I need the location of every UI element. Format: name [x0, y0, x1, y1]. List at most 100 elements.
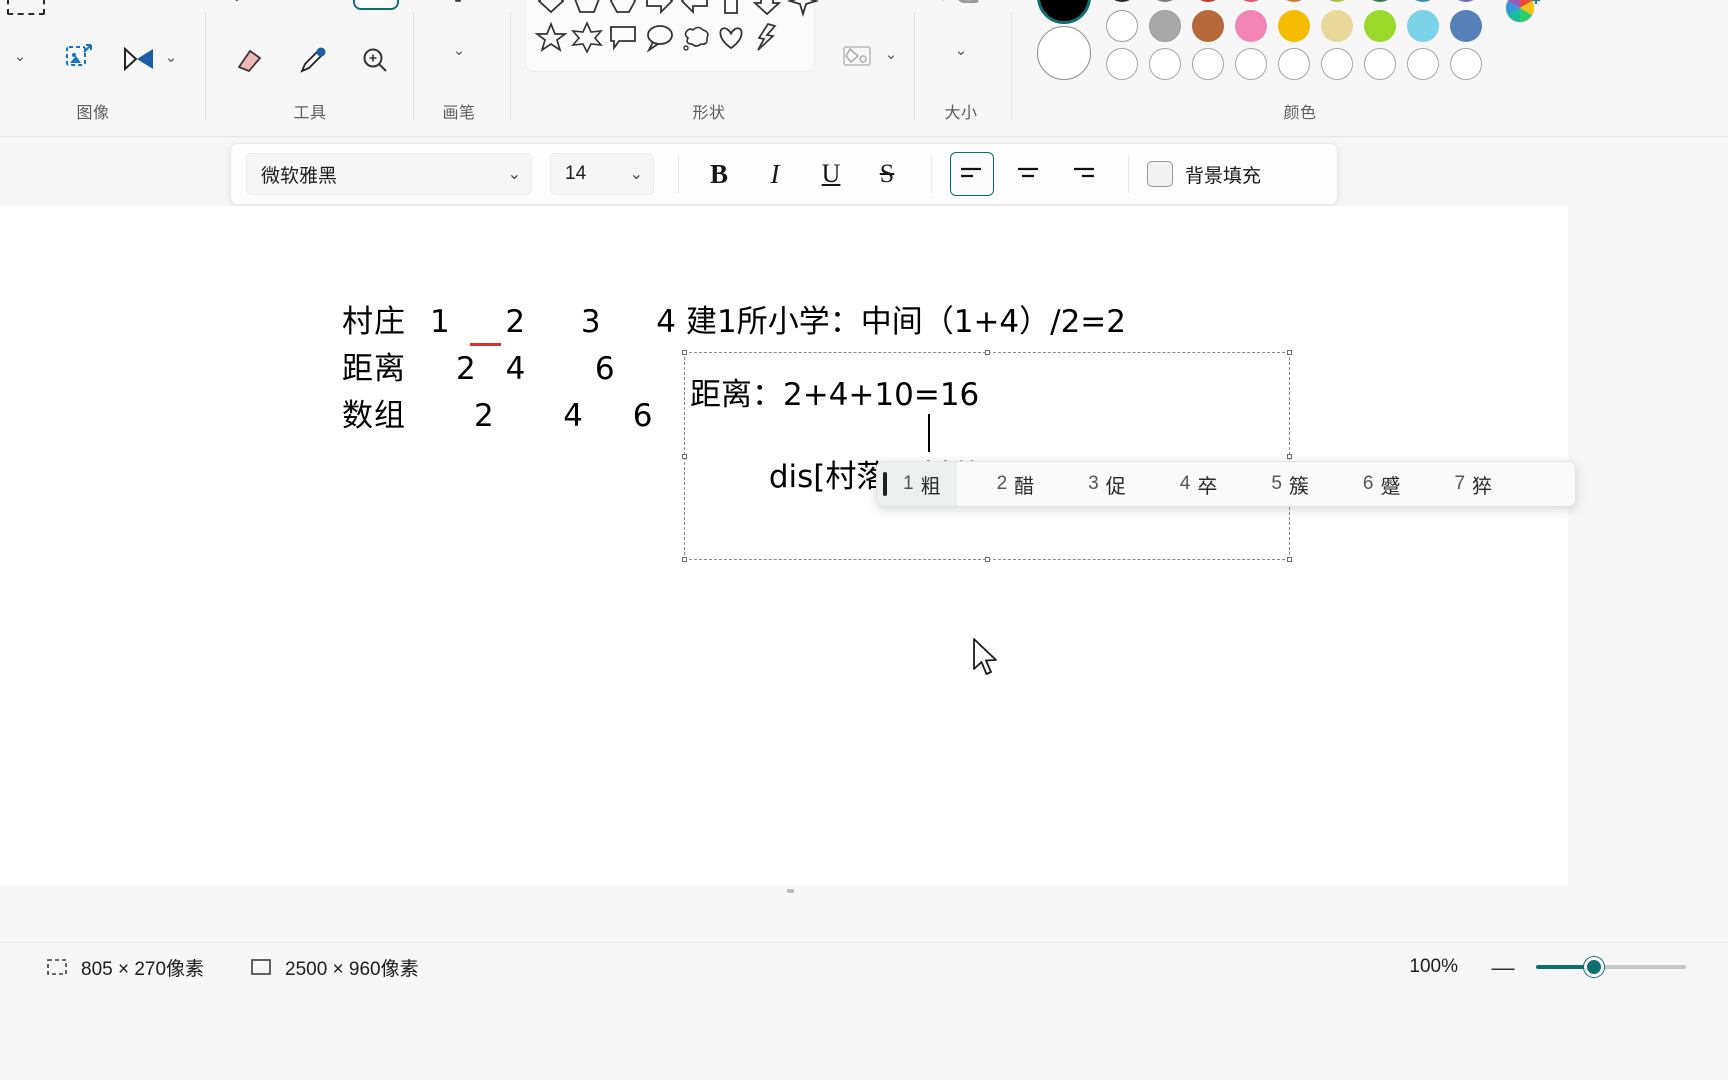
- palette-swatch[interactable]: [1450, 10, 1482, 42]
- palette-swatch[interactable]: [1149, 0, 1181, 2]
- palette-swatch[interactable]: [1407, 0, 1439, 2]
- resize-image-button[interactable]: [58, 36, 100, 78]
- palette-swatch[interactable]: [1106, 48, 1138, 80]
- palette-swatch[interactable]: [1321, 48, 1353, 80]
- pentagon-icon[interactable]: [570, 0, 604, 17]
- crop-button[interactable]: [60, 0, 104, 10]
- palette-swatch[interactable]: [1106, 0, 1138, 2]
- strikethrough-button[interactable]: S: [865, 152, 909, 196]
- palette-swatch[interactable]: [1364, 10, 1396, 42]
- ime-candidate-bar[interactable]: 1 粗 2 醋 3 促 4 卒 5 簇 6 蹙 7 猝: [876, 461, 1576, 507]
- zoom-slider[interactable]: [1536, 957, 1686, 977]
- palette-swatch[interactable]: [1149, 48, 1181, 80]
- align-right-button[interactable]: [1062, 152, 1106, 196]
- resize-handle-ne[interactable]: [1287, 350, 1292, 355]
- palette-swatch[interactable]: [1235, 10, 1267, 42]
- palette-swatch[interactable]: [1450, 48, 1482, 80]
- palette-swatch[interactable]: [1192, 0, 1224, 2]
- text-tool-button[interactable]: A: [353, 0, 399, 10]
- palette-swatch[interactable]: [1149, 10, 1181, 42]
- drawing-canvas[interactable]: 村庄 1 2 3 4 距离 2 4 6 数组 2 4 6 建1所小学：中间（1+…: [0, 206, 1568, 886]
- fill-bucket-button[interactable]: [291, 0, 335, 10]
- secondary-color-swatch[interactable]: [1037, 26, 1091, 80]
- palette-swatch[interactable]: [1407, 48, 1439, 80]
- oval-callout-icon[interactable]: [642, 21, 676, 53]
- shape-fill-button[interactable]: [835, 34, 879, 78]
- palette-swatch[interactable]: [1235, 0, 1267, 2]
- magnifier-button[interactable]: [353, 38, 397, 82]
- canvas-resize-handle-bottom[interactable]: [787, 889, 794, 893]
- background-fill-toggle[interactable]: 背景填充: [1147, 161, 1261, 188]
- palette-swatch[interactable]: [1364, 48, 1396, 80]
- palette-swatch[interactable]: [1278, 10, 1310, 42]
- underline-button[interactable]: U: [809, 152, 853, 196]
- ime-candidate-4[interactable]: 4 卒: [1164, 462, 1234, 506]
- resize-handle-n[interactable]: [985, 350, 990, 355]
- zoom-out-button[interactable]: —: [1488, 952, 1518, 982]
- palette-swatch[interactable]: [1407, 10, 1439, 42]
- italic-button[interactable]: I: [753, 152, 797, 196]
- rotate-button[interactable]: [118, 0, 164, 10]
- ime-candidate-6[interactable]: 6 蹙: [1347, 462, 1417, 506]
- resize-handle-sw[interactable]: [682, 557, 687, 562]
- ribbon-group-colors: 颜色: [1020, 0, 1726, 137]
- color-picker-button[interactable]: [291, 38, 335, 82]
- shape-fill-dropdown-button[interactable]: ⌄: [875, 36, 907, 72]
- diamond-icon[interactable]: [534, 0, 568, 17]
- resize-handle-e[interactable]: [1287, 454, 1292, 459]
- palette-swatch[interactable]: [1192, 10, 1224, 42]
- palette-swatch[interactable]: [1278, 0, 1310, 2]
- bold-button[interactable]: B: [697, 152, 741, 196]
- resize-handle-se[interactable]: [1287, 557, 1292, 562]
- shapes-gallery[interactable]: [525, 0, 820, 72]
- align-center-button[interactable]: [1006, 152, 1050, 196]
- size-dropdown-button[interactable]: ⌄: [944, 32, 978, 68]
- six-point-star-icon[interactable]: [570, 21, 604, 53]
- rectangular-select-button[interactable]: [2, 0, 50, 20]
- flip-button[interactable]: [118, 38, 160, 80]
- zoom-slider-handle[interactable]: [1584, 957, 1604, 977]
- align-left-button[interactable]: [950, 152, 994, 196]
- palette-swatch[interactable]: [1321, 0, 1353, 2]
- palette-swatch[interactable]: [1450, 0, 1482, 2]
- edit-colors-button[interactable]: [1500, 0, 1544, 36]
- palette-swatch[interactable]: [1278, 48, 1310, 80]
- ime-candidate-number: 6: [1362, 473, 1374, 494]
- palette-swatch[interactable]: [1364, 0, 1396, 2]
- text-edit-box[interactable]: 距离：2+4+10=16 dis[村落i][村落j]:cu: [682, 350, 1292, 562]
- brushes-button[interactable]: [434, 0, 482, 12]
- ime-candidate-1[interactable]: 1 粗: [877, 462, 957, 506]
- right-arrow-icon[interactable]: [642, 0, 676, 17]
- font-size-select[interactable]: 14 ⌄: [550, 153, 654, 195]
- font-family-select[interactable]: 微软雅黑 ⌄: [246, 153, 532, 195]
- background-fill-checkbox[interactable]: [1147, 161, 1173, 187]
- five-point-star-icon[interactable]: [534, 21, 568, 53]
- cloud-callout-icon[interactable]: [678, 21, 712, 53]
- palette-swatch[interactable]: [1235, 48, 1267, 80]
- palette-swatch[interactable]: [1106, 10, 1138, 42]
- up-arrow-icon[interactable]: [714, 0, 748, 17]
- resize-handle-s[interactable]: [985, 557, 990, 562]
- ime-candidate-7[interactable]: 7 猝: [1438, 462, 1508, 506]
- ime-candidate-2[interactable]: 2 醋: [981, 462, 1051, 506]
- heart-icon[interactable]: [714, 21, 748, 53]
- lightning-icon[interactable]: [750, 21, 784, 53]
- hexagon-icon[interactable]: [606, 0, 640, 17]
- eraser-button[interactable]: [227, 38, 271, 82]
- ime-candidate-5[interactable]: 5 簇: [1255, 462, 1325, 506]
- flip-dropdown-button[interactable]: ⌄: [156, 40, 186, 74]
- size-button[interactable]: [936, 0, 984, 10]
- pencil-button[interactable]: [225, 0, 269, 12]
- left-arrow-icon[interactable]: [678, 0, 712, 17]
- brushes-dropdown-button[interactable]: ⌄: [442, 32, 476, 68]
- palette-swatch[interactable]: [1321, 10, 1353, 42]
- rounded-callout-icon[interactable]: [606, 21, 640, 53]
- down-arrow-icon[interactable]: [750, 0, 784, 17]
- palette-swatch[interactable]: [1192, 48, 1224, 80]
- primary-color-swatch[interactable]: [1037, 0, 1091, 24]
- ime-candidate-3[interactable]: 3 促: [1072, 462, 1142, 506]
- resize-handle-nw[interactable]: [682, 350, 687, 355]
- select-dropdown-button[interactable]: ⌄: [3, 38, 37, 74]
- four-point-star-icon[interactable]: [786, 0, 820, 17]
- resize-handle-w[interactable]: [682, 454, 687, 459]
